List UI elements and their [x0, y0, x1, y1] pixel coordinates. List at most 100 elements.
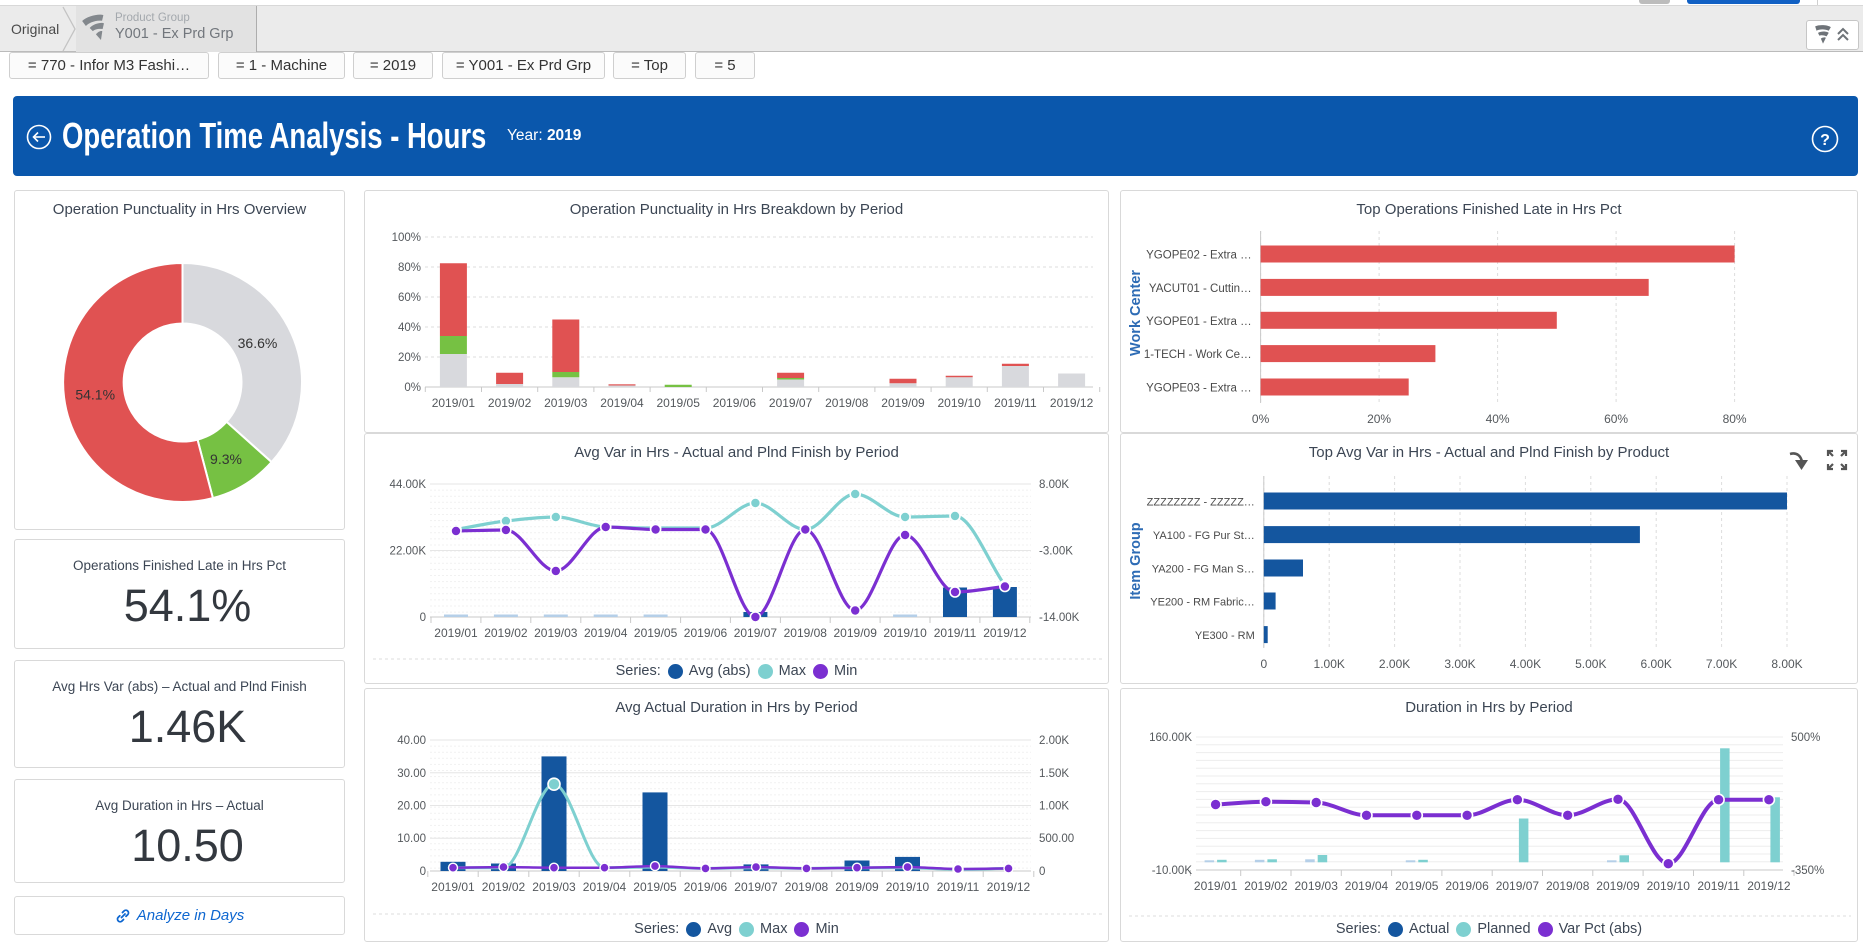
svg-text:0: 0: [1039, 866, 1045, 878]
svg-text:2019/03: 2019/03: [544, 396, 588, 410]
svg-text:2019/01: 2019/01: [1194, 879, 1238, 893]
svg-text:2019/12: 2019/12: [987, 880, 1031, 894]
svg-text:2019/12: 2019/12: [983, 626, 1027, 640]
svg-text:1.00K: 1.00K: [1039, 801, 1069, 813]
svg-text:?: ?: [1820, 132, 1830, 149]
svg-text:0%: 0%: [404, 382, 421, 394]
svg-text:80%: 80%: [1723, 412, 1747, 426]
svg-text:2019/11: 2019/11: [937, 880, 980, 894]
svg-text:2019/08: 2019/08: [825, 396, 869, 410]
svg-text:20.00: 20.00: [397, 801, 426, 813]
svg-text:0%: 0%: [1252, 412, 1270, 426]
svg-text:500%: 500%: [1791, 732, 1820, 744]
svg-text:40.00: 40.00: [397, 735, 426, 747]
svg-text:2019/01: 2019/01: [434, 626, 478, 640]
svg-text:2019/11: 2019/11: [994, 396, 1037, 410]
svg-text:500.00: 500.00: [1039, 833, 1074, 845]
svg-text:0: 0: [420, 612, 426, 624]
svg-text:5.00K: 5.00K: [1575, 657, 1606, 671]
svg-text:2.00K: 2.00K: [1379, 657, 1410, 671]
svg-text:20%: 20%: [1367, 412, 1391, 426]
svg-text:60%: 60%: [398, 292, 421, 304]
svg-text:2019/02: 2019/02: [482, 880, 526, 894]
svg-text:2019/11: 2019/11: [934, 626, 977, 640]
svg-text:2019/07: 2019/07: [734, 626, 778, 640]
svg-text:-14.00K: -14.00K: [1039, 612, 1080, 624]
svg-text:-3.00K: -3.00K: [1039, 546, 1073, 558]
svg-text:YE200 - RM Fabric…: YE200 - RM Fabric…: [1150, 597, 1255, 609]
svg-text:2019/07: 2019/07: [1496, 879, 1540, 893]
svg-text:8.00K: 8.00K: [1039, 479, 1069, 491]
svg-text:2019/05: 2019/05: [634, 626, 678, 640]
svg-text:YGOPE01 - Extra …: YGOPE01 - Extra …: [1146, 316, 1251, 328]
svg-text:100%: 100%: [392, 232, 421, 244]
svg-text:2019/06: 2019/06: [1445, 879, 1489, 893]
svg-text:2019/02: 2019/02: [488, 396, 532, 410]
svg-text:1.50K: 1.50K: [1039, 768, 1069, 780]
svg-text:2019/07: 2019/07: [769, 396, 813, 410]
svg-text:Item Group: Item Group: [1128, 522, 1144, 599]
svg-text:40%: 40%: [398, 322, 421, 334]
svg-text:4.00K: 4.00K: [1510, 657, 1541, 671]
svg-text:2019/05: 2019/05: [1395, 879, 1439, 893]
svg-text:44.00K: 44.00K: [390, 479, 427, 491]
svg-text:1.00K: 1.00K: [1314, 657, 1345, 671]
svg-text:2019/09: 2019/09: [881, 396, 925, 410]
svg-text:6.00K: 6.00K: [1641, 657, 1672, 671]
svg-text:-10.00K: -10.00K: [1152, 865, 1193, 877]
svg-text:YACUT01 - Cuttin…: YACUT01 - Cuttin…: [1149, 283, 1252, 295]
svg-text:2019/03: 2019/03: [532, 880, 576, 894]
svg-text:3.00K: 3.00K: [1444, 657, 1475, 671]
svg-text:2019/12: 2019/12: [1050, 396, 1094, 410]
svg-text:2019/04: 2019/04: [583, 880, 627, 894]
svg-text:2019/09: 2019/09: [1596, 879, 1640, 893]
svg-text:36.6%: 36.6%: [238, 335, 278, 351]
svg-text:2019/03: 2019/03: [1295, 879, 1339, 893]
svg-text:2019/05: 2019/05: [657, 396, 701, 410]
svg-text:2019/09: 2019/09: [834, 626, 878, 640]
svg-text:2019/10: 2019/10: [886, 880, 930, 894]
svg-text:2019/10: 2019/10: [883, 626, 927, 640]
svg-text:YA200 - FG Man S…: YA200 - FG Man S…: [1152, 564, 1255, 576]
svg-text:2019/03: 2019/03: [534, 626, 578, 640]
svg-text:0: 0: [420, 866, 426, 878]
svg-text:2019/04: 2019/04: [584, 626, 628, 640]
svg-text:2019/09: 2019/09: [835, 880, 879, 894]
svg-text:2019/01: 2019/01: [432, 396, 476, 410]
svg-text:20%: 20%: [398, 352, 421, 364]
svg-text:2019/10: 2019/10: [938, 396, 982, 410]
svg-text:60%: 60%: [1604, 412, 1628, 426]
svg-text:2019/01: 2019/01: [431, 880, 475, 894]
svg-text:30.00: 30.00: [397, 768, 426, 780]
svg-text:2019/06: 2019/06: [684, 626, 728, 640]
svg-text:54.1%: 54.1%: [75, 387, 115, 403]
svg-text:8.00K: 8.00K: [1771, 657, 1802, 671]
svg-text:2019/12: 2019/12: [1747, 879, 1791, 893]
svg-text:22.00K: 22.00K: [390, 546, 427, 558]
svg-text:-350%: -350%: [1791, 865, 1824, 877]
svg-text:2019/06: 2019/06: [713, 396, 757, 410]
svg-text:2019/04: 2019/04: [1345, 879, 1389, 893]
svg-text:YE300 - RM: YE300 - RM: [1195, 630, 1255, 642]
svg-text:2019/04: 2019/04: [600, 396, 644, 410]
svg-text:10.00: 10.00: [397, 833, 426, 845]
svg-text:2019/02: 2019/02: [1244, 879, 1288, 893]
svg-text:1-TECH - Work Ce…: 1-TECH - Work Ce…: [1144, 349, 1252, 361]
svg-text:2019/10: 2019/10: [1647, 879, 1691, 893]
svg-text:2019/08: 2019/08: [784, 626, 828, 640]
svg-text:2019/07: 2019/07: [734, 880, 778, 894]
svg-text:9.3%: 9.3%: [210, 451, 242, 467]
svg-text:2019/05: 2019/05: [633, 880, 677, 894]
svg-text:80%: 80%: [398, 262, 421, 274]
svg-text:160.00K: 160.00K: [1149, 732, 1192, 744]
svg-text:2.00K: 2.00K: [1039, 735, 1069, 747]
svg-text:2019/02: 2019/02: [484, 626, 528, 640]
svg-text:2019/06: 2019/06: [684, 880, 728, 894]
svg-text:Work Center: Work Center: [1128, 270, 1144, 356]
svg-text:YGOPE03 - Extra …: YGOPE03 - Extra …: [1146, 383, 1251, 395]
svg-text:2019/08: 2019/08: [1546, 879, 1590, 893]
svg-text:40%: 40%: [1486, 412, 1510, 426]
svg-text:YGOPE02 - Extra …: YGOPE02 - Extra …: [1146, 250, 1251, 262]
svg-text:0: 0: [1260, 657, 1267, 671]
svg-text:2019/11: 2019/11: [1697, 879, 1740, 893]
